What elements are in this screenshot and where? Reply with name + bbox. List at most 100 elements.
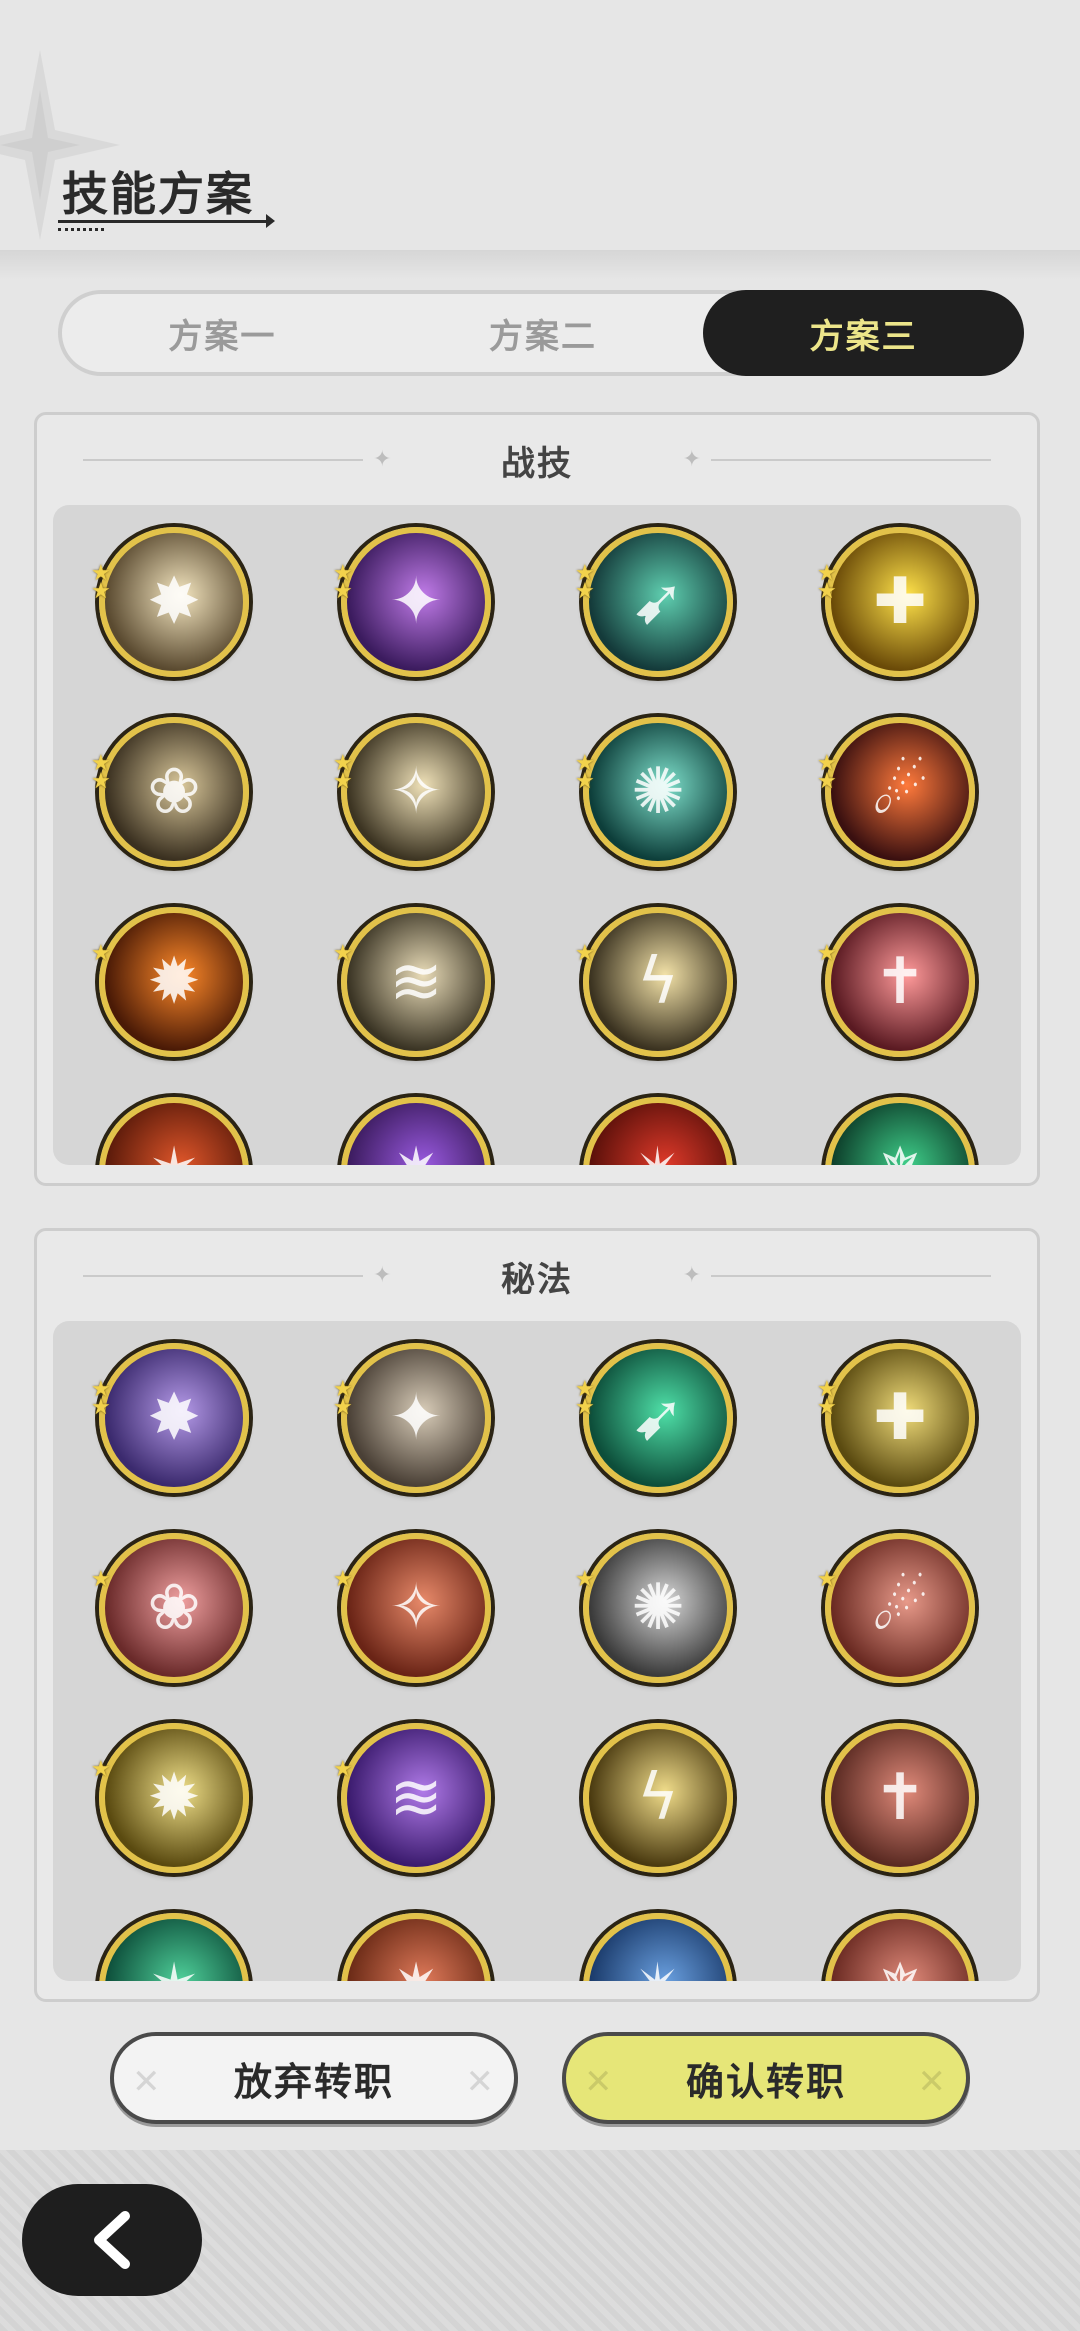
skill-slot[interactable]: ✸ ★ ★ xyxy=(53,1343,295,1533)
skill-slot[interactable]: ✦ ★ ★ xyxy=(295,527,537,717)
rose-arcane-icon[interactable]: ✵ xyxy=(825,1913,975,1981)
burst-icon[interactable]: ✸ xyxy=(99,527,249,677)
sword-raise-icon[interactable]: ✝ xyxy=(825,907,975,1057)
heal-guard-icon[interactable]: ✚ xyxy=(825,1343,975,1493)
skill-slot[interactable]: ≋ ★ xyxy=(295,907,537,1097)
star-icon: ★ xyxy=(333,941,353,966)
red-arcane-icon[interactable]: ✷ xyxy=(341,1913,491,1981)
star-icon: ★ xyxy=(575,941,595,966)
skill-slot[interactable]: ✝ ★ xyxy=(779,907,1021,1097)
skill-slot[interactable]: ✴ xyxy=(537,1913,779,1981)
star-rating: ★ ★ xyxy=(91,1379,111,1419)
skill-slot[interactable]: ✹ ★ xyxy=(53,907,295,1097)
web-icon[interactable]: ✺ xyxy=(583,717,733,867)
tab-plan-1[interactable]: 方案一 xyxy=(62,294,383,372)
skill-slot[interactable]: ✶ xyxy=(53,1097,295,1165)
star-rating: ★ ★ xyxy=(575,1379,595,1420)
skill-slot[interactable]: ➹ ★ ★ xyxy=(537,1343,779,1533)
skill-slot[interactable]: ☄ ★ ★ xyxy=(779,717,1021,907)
fire-slash-icon[interactable]: ☄ xyxy=(825,717,975,867)
skill-glyph: ✵ xyxy=(831,1919,969,1981)
combat-section-title: 战技 xyxy=(501,443,573,484)
skill-slot[interactable]: ✷ xyxy=(295,1913,537,1981)
skill-slot[interactable]: ✷ xyxy=(295,1097,537,1165)
purple-orb-icon[interactable]: ✦ xyxy=(341,527,491,677)
purple-skill-icon[interactable]: ✷ xyxy=(341,1097,491,1165)
header-line-right xyxy=(711,1275,991,1277)
combat-skill-grid[interactable]: ✸★★✦★★➹★★✚★★❀★★✧★★✺★★☄★★✹★≋★ϟ★✝★✶✷✴✵ xyxy=(53,505,1021,1165)
skill-slot[interactable]: ✸ ★ ★ xyxy=(53,527,295,717)
tail-sweep-icon[interactable]: ❀ xyxy=(99,717,249,867)
star-icon: ★ xyxy=(575,769,595,794)
tab-plan-2[interactable]: 方案二 xyxy=(383,294,704,372)
skill-slot[interactable]: ✦ ★ ★ xyxy=(295,1343,537,1533)
shield-figure-icon[interactable]: ✺ xyxy=(583,1533,733,1683)
red-shatter-icon[interactable]: ✧ xyxy=(341,1533,491,1683)
skill-glyph: ✧ xyxy=(389,755,443,829)
skill-slot[interactable]: ≋ ★ xyxy=(295,1723,537,1913)
skill-glyph: ❀ xyxy=(147,1571,201,1645)
skill-slot[interactable]: ✧ ★ xyxy=(295,1533,537,1723)
star-icon: ★ xyxy=(575,1395,595,1420)
skill-slot[interactable]: ✧ ★ ★ xyxy=(295,717,537,907)
header-line-right xyxy=(711,459,991,461)
skill-glyph: ➹ xyxy=(631,1381,685,1455)
skill-slot[interactable]: ❀ ★ xyxy=(53,1533,295,1723)
star-icon: ★ xyxy=(575,1567,595,1592)
plan-tabs: 方案一 方案二 方案三 xyxy=(58,290,1025,376)
skill-glyph: ✦ xyxy=(389,1381,443,1455)
skill-slot[interactable]: ✺ ★ ★ xyxy=(537,717,779,907)
skill-slot[interactable]: ✚ ★ ★ xyxy=(779,527,1021,717)
back-button[interactable] xyxy=(22,2184,202,2296)
violet-flame-icon[interactable]: ≋ xyxy=(341,1723,491,1873)
confirm-job-change-button[interactable]: ✕ 确认转职 ✕ xyxy=(562,2032,970,2124)
skill-slot[interactable]: ❀ ★ ★ xyxy=(53,717,295,907)
sparkle-icon: ✦ xyxy=(682,1263,701,1288)
shadow-figure-icon[interactable]: ✹ xyxy=(99,1723,249,1873)
skill-slot[interactable]: ✝ xyxy=(779,1723,1021,1913)
title-arrow-icon xyxy=(266,214,275,228)
green-slash-icon[interactable]: ➹ xyxy=(583,527,733,677)
flame-icon[interactable]: ✹ xyxy=(99,907,249,1057)
title-dots xyxy=(58,228,104,232)
green-arcane-icon[interactable]: ✶ xyxy=(99,1913,249,1981)
golden-shield-icon[interactable]: ✚ xyxy=(825,527,975,677)
skill-slot[interactable]: ✵ xyxy=(779,1913,1021,1981)
skill-slot[interactable]: ϟ ★ xyxy=(537,907,779,1097)
wind-slash-icon[interactable]: ≋ xyxy=(341,907,491,1057)
skill-slot[interactable]: ➹ ★ ★ xyxy=(537,527,779,717)
combat-skills-panel: ✦ 战技 ✦ ✸★★✦★★➹★★✚★★❀★★✧★★✺★★☄★★✹★≋★ϟ★✝★✶… xyxy=(34,412,1040,1186)
eye-icon[interactable]: ϟ xyxy=(583,1723,733,1873)
arcane-skill-grid[interactable]: ✸★★✦★★➹★★✚★★❀★✧★✺★☄★✹★≋★ϟ✝✶✷✴✵ xyxy=(53,1321,1021,1981)
figure-leap-icon[interactable]: ✧ xyxy=(341,717,491,867)
skill-slot[interactable]: ✴ xyxy=(537,1097,779,1165)
skill-slot[interactable]: ✶ xyxy=(53,1913,295,1981)
red-skill-icon[interactable]: ✶ xyxy=(99,1097,249,1165)
armor-icon[interactable]: ✝ xyxy=(825,1723,975,1873)
abandon-job-change-button[interactable]: ✕ 放弃转职 ✕ xyxy=(110,2032,518,2124)
emerald-sword-icon[interactable]: ➹ xyxy=(583,1343,733,1493)
skill-slot[interactable]: ϟ xyxy=(537,1723,779,1913)
skill-glyph: ✦ xyxy=(389,565,443,639)
crimson-skill-icon[interactable]: ✴ xyxy=(583,1097,733,1165)
skill-glyph: ✸ xyxy=(147,1381,201,1455)
skill-slot[interactable]: ✵ xyxy=(779,1097,1021,1165)
skill-slot[interactable]: ✚ ★ ★ xyxy=(779,1343,1021,1533)
sword-up-icon[interactable]: ✦ xyxy=(341,1343,491,1493)
star-rating: ★ xyxy=(333,1759,353,1781)
star-rating: ★ xyxy=(817,1569,837,1591)
teal-skill-icon[interactable]: ✵ xyxy=(825,1097,975,1165)
skill-glyph: ϟ xyxy=(636,1761,680,1835)
skill-slot[interactable]: ☄ ★ xyxy=(779,1533,1021,1723)
sparkle-icon: ✦ xyxy=(373,1263,392,1288)
blue-arcane-icon[interactable]: ✴ xyxy=(583,1913,733,1981)
skill-slot[interactable]: ✹ ★ xyxy=(53,1723,295,1913)
red-sword-heal-icon[interactable]: ❀ xyxy=(99,1533,249,1683)
tab-plan-3[interactable]: 方案三 xyxy=(703,290,1025,376)
skill-glyph: ≋ xyxy=(389,1761,443,1835)
star-rating: ★ xyxy=(817,943,837,965)
red-crystal-icon[interactable]: ☄ xyxy=(825,1533,975,1683)
lightning-slash-icon[interactable]: ϟ xyxy=(583,907,733,1057)
skill-slot[interactable]: ✺ ★ xyxy=(537,1533,779,1723)
raven-icon[interactable]: ✸ xyxy=(99,1343,249,1493)
